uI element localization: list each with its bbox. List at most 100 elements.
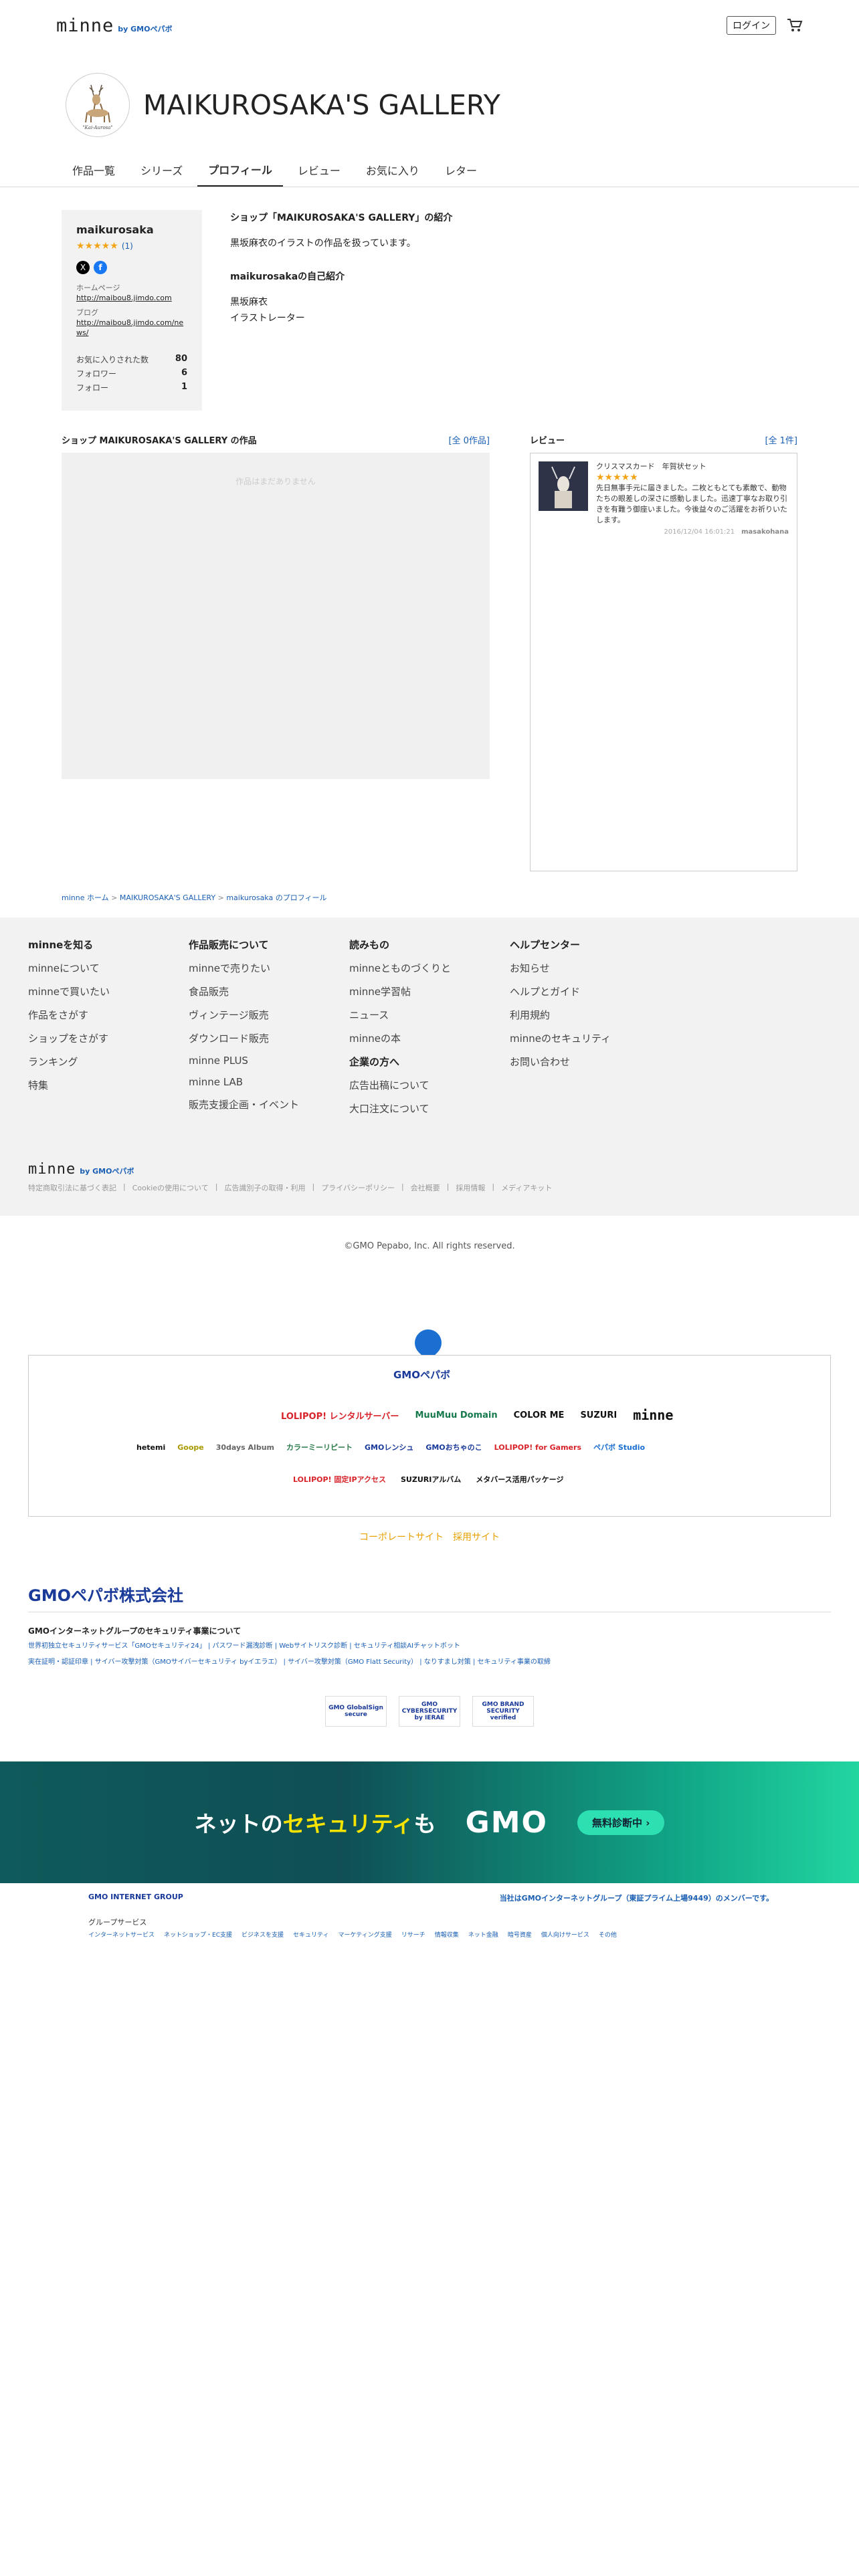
brand-logo[interactable]: LOLIPOP! 固定IPアクセス	[293, 1474, 386, 1485]
service-link[interactable]: ネット金融	[468, 1930, 498, 1939]
security-link[interactable]: サイバー攻撃対策（GMOサイバーセキュリティ byイエラエ）	[95, 1658, 282, 1666]
breadcrumb-home[interactable]: minne ホーム	[62, 893, 109, 902]
footer-bottom-link[interactable]: Cookieの使用について	[132, 1182, 209, 1193]
stat-followers[interactable]: フォロワー 6	[76, 368, 187, 379]
brand-security-badge[interactable]: GMO BRAND SECURITY verified	[472, 1696, 534, 1727]
minne-logo[interactable]: minne by GMOペパボ	[56, 15, 172, 36]
group-member-text[interactable]: 当社はGMOインターネットグループ（東証プライム上場9449）のメンバーです。	[500, 1893, 773, 1903]
footer-bottom-link[interactable]: プライバシーポリシー	[321, 1182, 395, 1193]
login-button[interactable]: ログイン	[727, 16, 776, 35]
cybersecurity-badge[interactable]: GMO CYBERSECURITY by IERAE	[399, 1696, 460, 1727]
footer-link[interactable]: 食品販売	[189, 984, 349, 998]
footer-link[interactable]: 広告出稿について	[349, 1078, 510, 1092]
breadcrumb-shop[interactable]: MAIKUROSAKA'S GALLERY	[120, 893, 215, 902]
gmo-pepabo-logo[interactable]: GMOペパボ	[393, 1368, 450, 1382]
footer-link[interactable]: ヘルプとガイド	[510, 984, 670, 998]
brand-logo[interactable]: Goope	[177, 1443, 203, 1452]
reviews-all-link[interactable]: [全 1件]	[765, 433, 797, 446]
brand-logo[interactable]: minne	[633, 1407, 673, 1423]
service-link[interactable]: リサーチ	[401, 1930, 425, 1939]
security-banner[interactable]: ネットのセキュリティも GMO 無料診断中 ›	[0, 1761, 859, 1883]
brand-logo[interactable]: LOLIPOP! レンタルサーバー	[281, 1409, 399, 1422]
x-icon[interactable]: X	[76, 261, 90, 274]
service-link[interactable]: マーケティング支援	[338, 1930, 391, 1939]
security-link[interactable]: セキュリティ事業の取締	[478, 1658, 551, 1666]
service-link[interactable]: インターネットサービス	[88, 1930, 155, 1939]
brand-logo[interactable]: COLOR ME	[514, 1410, 565, 1420]
service-link[interactable]: 情報収集	[435, 1930, 459, 1939]
footer-bottom-link[interactable]: 広告識別子の取得・利用	[224, 1182, 305, 1193]
brand-logo[interactable]: LOLIPOP! for Gamers	[494, 1443, 581, 1452]
service-link[interactable]: 個人向けサービス	[541, 1930, 589, 1939]
footer-link[interactable]: minne LAB	[189, 1076, 349, 1088]
service-link[interactable]: セキュリティ	[293, 1930, 328, 1939]
footer-bottom-link[interactable]: 特定商取引法に基づく表記	[28, 1182, 116, 1193]
corporate-links[interactable]: コーポレートサイト 採用サイト	[0, 1530, 859, 1543]
footer-link[interactable]: minneについて	[28, 961, 189, 975]
tab-series[interactable]: シリーズ	[130, 152, 193, 187]
security-link[interactable]: 実在証明・認証印章	[28, 1658, 88, 1666]
footer-link[interactable]: ランキング	[28, 1055, 189, 1069]
footer-link[interactable]: ニュース	[349, 1008, 510, 1022]
free-diagnosis-button[interactable]: 無料診断中 ›	[577, 1810, 665, 1835]
footer-link[interactable]: minneとものづくりと	[349, 961, 510, 975]
service-link[interactable]: ネットショップ・EC支援	[164, 1930, 232, 1939]
tab-profile[interactable]: プロフィール	[197, 152, 283, 187]
security-link[interactable]: セキュリティ相談AIチャットボット	[354, 1642, 460, 1650]
brand-logo[interactable]: SUZURIアルバム	[401, 1474, 461, 1485]
tab-favorites[interactable]: お気に入り	[355, 152, 430, 187]
review-user[interactable]: masakohana	[741, 528, 789, 536]
blog-link[interactable]: http://maibou8.jimdo.com/news/	[76, 318, 187, 338]
footer-link[interactable]: minneで売りたい	[189, 961, 349, 975]
review-title[interactable]: クリスマスカード 年賀状セット	[596, 461, 789, 472]
footer-link[interactable]: ダウンロード販売	[189, 1031, 349, 1045]
homepage-link[interactable]: http://maibou8.jimdo.com	[76, 293, 187, 303]
service-link[interactable]: ビジネスを支援	[242, 1930, 284, 1939]
footer-link[interactable]: ヴィンテージ販売	[189, 1008, 349, 1022]
works-all-link[interactable]: [全 0作品]	[448, 433, 490, 446]
brand-logo[interactable]: hetemi	[136, 1443, 165, 1452]
brand-logo[interactable]: 30days Album	[216, 1443, 274, 1452]
footer-link[interactable]: 販売支援企画・イベント	[189, 1097, 349, 1111]
breadcrumb-current[interactable]: maikurosaka のプロフィール	[226, 893, 326, 902]
footer-link[interactable]: 特集	[28, 1078, 189, 1092]
brand-logo[interactable]: SUZURI	[580, 1410, 617, 1420]
gmo-internet-group-logo[interactable]: GMO INTERNET GROUP	[88, 1893, 183, 1901]
security-link[interactable]: 世界初独立セキュリティサービス「GMOセキュリティ24」	[28, 1642, 206, 1650]
footer-link[interactable]: minne学習帖	[349, 984, 510, 998]
tab-works[interactable]: 作品一覧	[62, 152, 126, 187]
shop-avatar[interactable]: "Kai-Aurosa"	[66, 73, 130, 137]
stat-following[interactable]: フォロー 1	[76, 382, 187, 393]
footer-link[interactable]: 利用規約	[510, 1008, 670, 1022]
brand-logo[interactable]: メタバース活用パッケージ	[476, 1474, 563, 1485]
review-product-image[interactable]	[539, 461, 588, 511]
footer-link[interactable]: minne PLUS	[189, 1055, 349, 1067]
security-link[interactable]: パスワード漏洩診断	[213, 1642, 273, 1650]
review-count-link[interactable]: (1)	[122, 241, 133, 251]
facebook-icon[interactable]: f	[94, 261, 107, 274]
footer-bottom-link[interactable]: メディアキット	[501, 1182, 552, 1193]
footer-link[interactable]: お知らせ	[510, 961, 670, 975]
brand-logo[interactable]: カラーミーリピート	[286, 1442, 353, 1453]
brand-logo[interactable]: ペパボ Studio	[593, 1442, 645, 1453]
brand-logo[interactable]: GMOおちゃのこ	[425, 1442, 482, 1453]
tab-letter[interactable]: レター	[434, 152, 488, 187]
security-link[interactable]: Webサイトリスク診断	[279, 1642, 347, 1650]
footer-link[interactable]: minneで買いたい	[28, 984, 189, 998]
cart-icon[interactable]	[787, 18, 803, 33]
brand-logo[interactable]: GMOレンシュ	[365, 1442, 413, 1453]
gmo-pepabo-corp-logo[interactable]: GMOペパボ株式会社	[28, 1582, 183, 1606]
footer-link[interactable]: 作品をさがす	[28, 1008, 189, 1022]
tab-reviews[interactable]: レビュー	[287, 152, 351, 187]
globalsign-badge[interactable]: GMO GlobalSign secure	[325, 1696, 387, 1727]
footer-link[interactable]: minneのセキュリティ	[510, 1031, 670, 1045]
security-link[interactable]: サイバー攻撃対策（GMO Flatt Security）	[288, 1658, 417, 1666]
service-link[interactable]: その他	[599, 1930, 617, 1939]
footer-logo[interactable]: minne by GMOペパボ	[28, 1161, 134, 1178]
service-link[interactable]: 暗号資産	[508, 1930, 532, 1939]
footer-link[interactable]: minneの本	[349, 1031, 510, 1045]
brand-logo[interactable]: MuuMuu Domain	[415, 1410, 497, 1420]
footer-bottom-link[interactable]: 採用情報	[456, 1182, 485, 1193]
security-link[interactable]: なりすまし対策	[424, 1658, 471, 1666]
footer-link[interactable]: 大口注文について	[349, 1101, 510, 1115]
